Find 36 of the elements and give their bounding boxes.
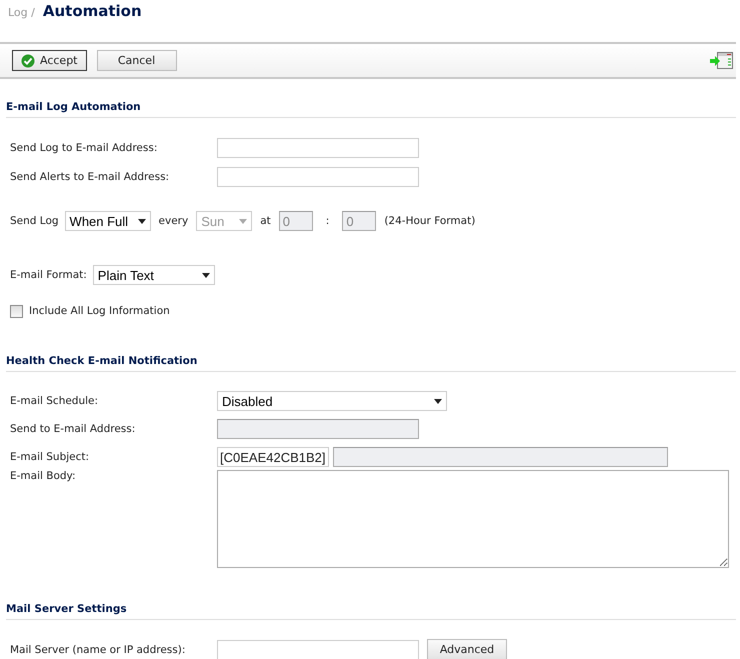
field-label: Send Alerts to E-mail Address: xyxy=(9,171,170,183)
section-heading: Mail Server Settings xyxy=(6,603,736,620)
caret-icon xyxy=(202,272,210,278)
page-title: Automation xyxy=(42,2,142,20)
time-separator: : xyxy=(326,215,330,227)
server-field[interactable] xyxy=(217,640,419,659)
field-label: E-mail Subject: xyxy=(9,451,90,463)
field-label: Send Log to E-mail Address: xyxy=(9,142,158,154)
dropdown[interactable]: When Full xyxy=(64,211,151,231)
checkmark-icon xyxy=(21,54,35,68)
email-field[interactable] xyxy=(217,167,419,187)
field-label: E-mail Body: xyxy=(9,470,77,482)
caret-icon xyxy=(138,218,146,224)
field-label: E-mail Schedule: xyxy=(9,395,100,407)
subject-prefix: [C0EAE42CB1B2] xyxy=(217,447,329,467)
format-note: (24-Hour Format) xyxy=(384,215,476,227)
cancel-button[interactable]: Cancel xyxy=(96,50,176,71)
dropdown[interactable]: Plain Text xyxy=(92,265,215,285)
section-heading: E-mail Log Automation xyxy=(6,101,736,118)
field-label: at xyxy=(260,215,271,227)
checkbox-label: Include All Log Information xyxy=(29,305,170,317)
accept-button[interactable]: Accept xyxy=(12,50,86,71)
checkbox[interactable] xyxy=(10,304,23,318)
caret-icon xyxy=(239,218,248,224)
caret-icon xyxy=(434,398,442,404)
email-field[interactable] xyxy=(217,138,419,158)
field-label: E-mail Format: xyxy=(9,269,88,281)
section-heading: Health Check E-mail Notification xyxy=(6,355,736,372)
field-label: Send Log xyxy=(9,215,60,227)
field-label: every xyxy=(158,215,188,227)
field-label: Send to E-mail Address: xyxy=(9,423,136,435)
advanced-button[interactable]: Advanced xyxy=(427,639,507,659)
body-field[interactable] xyxy=(217,470,729,568)
field-label: Mail Server (name or IP address): xyxy=(9,644,186,656)
export-icon[interactable] xyxy=(710,52,734,70)
dropdown[interactable]: Disabled xyxy=(217,391,447,411)
